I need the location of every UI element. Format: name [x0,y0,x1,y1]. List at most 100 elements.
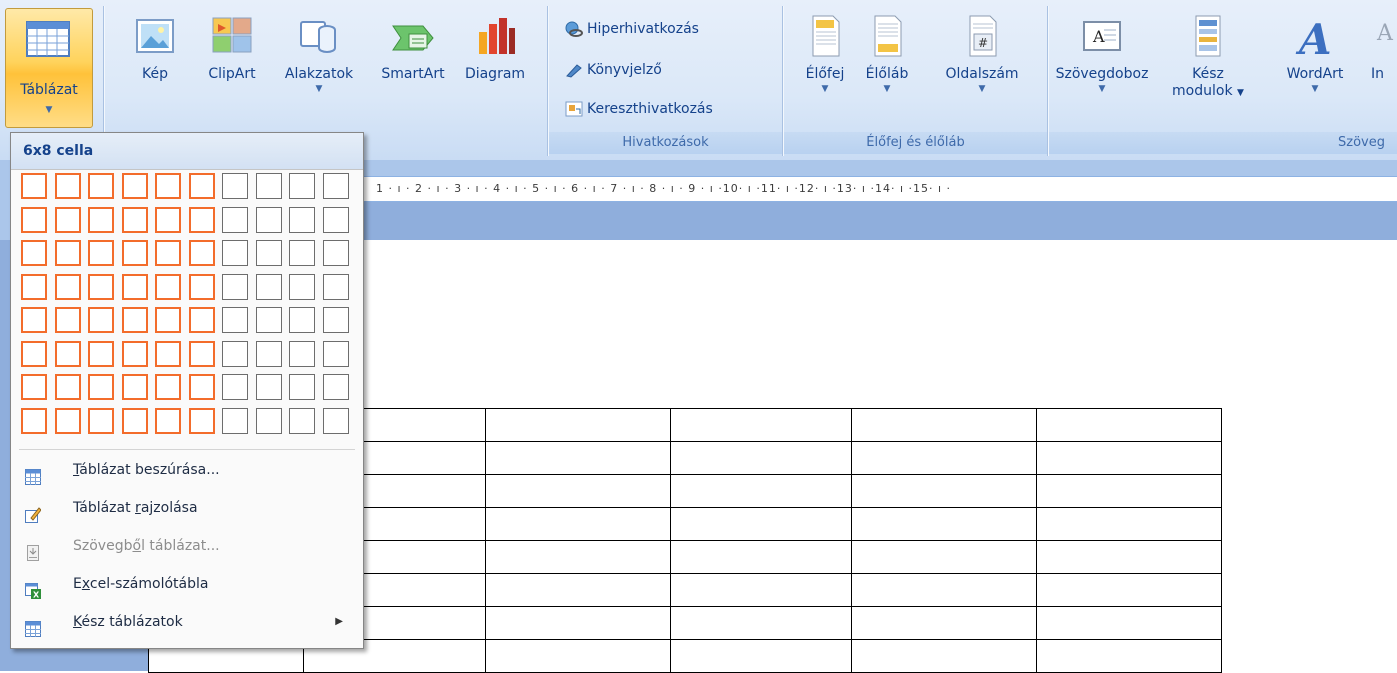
grid-cell[interactable] [188,206,215,233]
cross-reference-button[interactable]: Kereszthivatkozás [565,98,713,120]
grid-cell[interactable] [88,307,114,333]
table-cell[interactable] [1036,540,1222,574]
table-cell[interactable] [485,606,671,640]
grid-cell[interactable] [322,407,349,434]
grid-cell[interactable] [155,273,181,300]
table-cell[interactable] [1036,606,1222,640]
table-cell[interactable] [485,540,671,574]
grid-cell[interactable] [54,273,81,300]
grid-cell[interactable] [155,407,181,434]
picture-button[interactable]: Kép [130,8,180,83]
grid-cell[interactable] [88,240,114,266]
table-cell[interactable] [670,540,852,574]
grid-cell[interactable] [54,307,81,333]
grid-cell[interactable] [88,206,114,233]
grid-cell[interactable] [155,240,181,266]
grid-cell[interactable] [255,374,282,400]
grid-cell[interactable] [222,307,248,333]
table-cell[interactable] [1036,408,1222,442]
grid-cell[interactable] [21,307,47,333]
grid-cell[interactable] [21,173,47,199]
grid-cell[interactable] [322,374,349,400]
grid-cell[interactable] [255,407,282,434]
table-cell[interactable] [851,441,1037,475]
grid-cell[interactable] [21,340,47,367]
grid-cell[interactable] [289,173,315,199]
grid-cell[interactable] [255,273,282,300]
grid-cell[interactable] [121,307,148,333]
menu-item-quick-tables[interactable]: Kész táblázatok ▶ [11,603,361,641]
grid-cell[interactable] [188,273,215,300]
table-cell[interactable] [670,606,852,640]
table-cell[interactable] [851,606,1037,640]
bookmark-button[interactable]: Könyvjelző [565,59,662,81]
grid-cell[interactable] [255,240,282,266]
grid-cell[interactable] [21,273,47,300]
grid-cell[interactable] [222,407,248,434]
table-cell[interactable] [851,639,1037,673]
table-cell[interactable] [670,507,852,541]
grid-cell[interactable] [255,173,282,199]
grid-cell[interactable] [54,206,81,233]
grid-cell[interactable] [188,340,215,367]
grid-cell[interactable] [21,206,47,233]
grid-cell[interactable] [222,374,248,400]
grid-cell[interactable] [54,240,81,266]
table-cell[interactable] [670,474,852,508]
grid-cell[interactable] [121,374,148,400]
grid-cell[interactable] [121,206,148,233]
horizontal-ruler[interactable]: 1 · ı · 2 · ı · 3 · ı · 4 · ı · 5 · ı · … [362,176,1397,202]
grid-cell[interactable] [155,374,181,400]
grid-cell[interactable] [289,240,315,266]
grid-cell[interactable] [289,340,315,367]
grid-cell[interactable] [322,340,349,367]
grid-cell[interactable] [188,374,215,400]
table-cell[interactable] [1036,441,1222,475]
grid-cell[interactable] [188,240,215,266]
table-cell[interactable] [851,507,1037,541]
grid-cell[interactable] [121,407,148,434]
table-cell[interactable] [670,408,852,442]
table-cell[interactable] [485,441,671,475]
table-cell[interactable] [1036,507,1222,541]
grid-cell[interactable] [255,340,282,367]
quick-parts-button[interactable]: Kész modulok ▼ [1171,8,1245,102]
smartart-button[interactable]: SmartArt [370,8,456,83]
dropcap-button[interactable]: A In [1371,8,1397,83]
menu-item-draw-table[interactable]: Táblázat rajzolása [11,489,361,527]
grid-cell[interactable] [289,407,315,434]
grid-cell[interactable] [88,374,114,400]
table-cell[interactable] [1036,474,1222,508]
table-cell[interactable] [485,573,671,607]
grid-cell[interactable] [222,173,248,199]
wordart-button[interactable]: A WordArt ▼ [1273,8,1357,95]
grid-cell[interactable] [322,307,349,333]
grid-cell[interactable] [21,407,47,434]
grid-cell[interactable] [88,340,114,367]
grid-cell[interactable] [54,340,81,367]
page-number-button[interactable]: # Oldalszám ▼ [934,8,1030,95]
table-cell[interactable] [851,540,1037,574]
table-cell[interactable] [485,408,671,442]
grid-cell[interactable] [155,340,181,367]
grid-cell[interactable] [88,173,114,199]
grid-cell[interactable] [121,240,148,266]
grid-cell[interactable] [255,307,282,333]
table-cell[interactable] [485,507,671,541]
grid-cell[interactable] [54,374,81,400]
footer-button[interactable]: Élőláb ▼ [862,8,912,95]
grid-cell[interactable] [121,173,148,199]
menu-item-insert-table[interactable]: Táblázat beszúrása... [11,451,361,489]
grid-cell[interactable] [188,307,215,333]
chart-button[interactable]: Diagram [458,8,532,83]
grid-cell[interactable] [222,273,248,300]
grid-cell[interactable] [155,206,181,233]
grid-cell[interactable] [322,173,349,199]
table-cell[interactable] [851,474,1037,508]
table-cell[interactable] [670,573,852,607]
table-cell[interactable] [1036,639,1222,673]
grid-cell[interactable] [289,206,315,233]
grid-cell[interactable] [88,407,114,434]
grid-cell[interactable] [222,340,248,367]
grid-cell[interactable] [255,206,282,233]
